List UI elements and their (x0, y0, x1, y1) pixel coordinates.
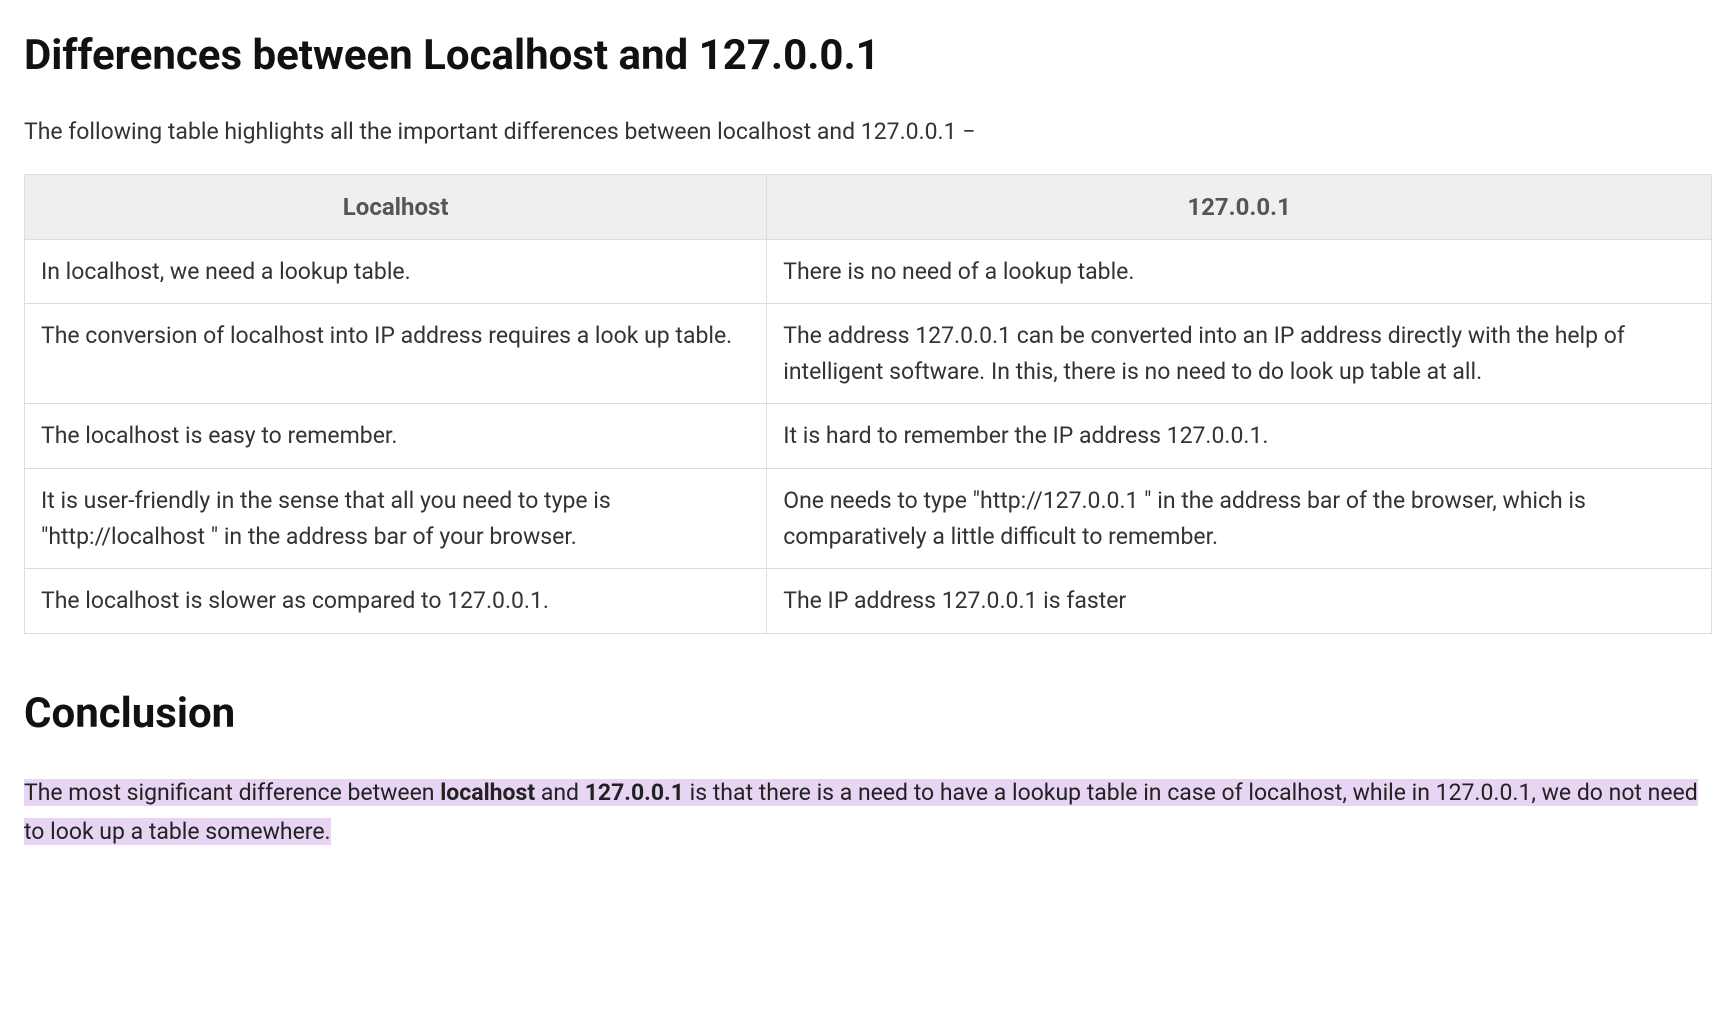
comparison-table: Localhost 127.0.0.1 In localhost, we nee… (24, 174, 1712, 634)
conclusion-paragraph: The most significant difference between … (24, 773, 1712, 851)
table-header-row: Localhost 127.0.0.1 (25, 174, 1712, 239)
table-cell-left: The localhost is easy to remember. (25, 404, 767, 469)
table-cell-right: One needs to type "http://127.0.0.1 " in… (767, 469, 1712, 569)
table-cell-left: In localhost, we need a lookup table. (25, 239, 767, 304)
table-row: The localhost is easy to remember. It is… (25, 404, 1712, 469)
table-cell-left: It is user-friendly in the sense that al… (25, 469, 767, 569)
table-cell-right: There is no need of a lookup table. (767, 239, 1712, 304)
table-row: The conversion of localhost into IP addr… (25, 304, 1712, 404)
table-cell-right: It is hard to remember the IP address 12… (767, 404, 1712, 469)
table-cell-left: The localhost is slower as compared to 1… (25, 569, 767, 634)
table-cell-right: The address 127.0.0.1 can be converted i… (767, 304, 1712, 404)
table-header-localhost: Localhost (25, 174, 767, 239)
table-row: The localhost is slower as compared to 1… (25, 569, 1712, 634)
conclusion-part1: The most significant difference between (24, 779, 440, 806)
table-cell-left: The conversion of localhost into IP addr… (25, 304, 767, 404)
conclusion-bold-localhost: localhost (440, 779, 535, 806)
intro-paragraph: The following table highlights all the i… (24, 115, 1712, 150)
table-cell-right: The IP address 127.0.0.1 is faster (767, 569, 1712, 634)
conclusion-part2: and (535, 779, 585, 806)
highlighted-text: The most significant difference between … (24, 779, 1698, 845)
table-row: In localhost, we need a lookup table. Th… (25, 239, 1712, 304)
main-heading: Differences between Localhost and 127.0.… (24, 24, 1712, 87)
table-header-ip: 127.0.0.1 (767, 174, 1712, 239)
table-row: It is user-friendly in the sense that al… (25, 469, 1712, 569)
conclusion-bold-ip: 127.0.0.1 (585, 779, 684, 806)
conclusion-heading: Conclusion (24, 682, 1712, 745)
